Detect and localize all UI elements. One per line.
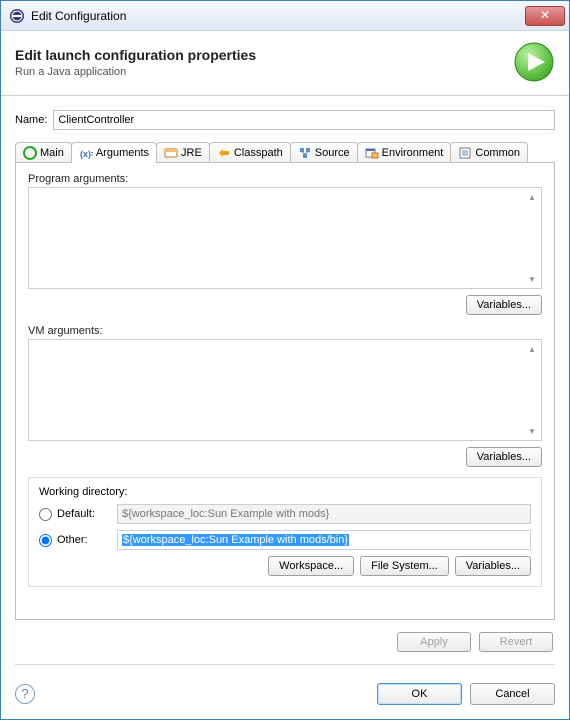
dialog-header: Edit launch configuration properties Run… <box>1 31 569 96</box>
tab-common[interactable]: Common <box>450 142 528 163</box>
main-icon <box>23 146 37 160</box>
eclipse-icon <box>9 8 25 24</box>
tab-environment[interactable]: Environment <box>357 142 452 163</box>
tab-jre[interactable]: JRE <box>156 142 210 163</box>
environment-icon <box>365 146 379 160</box>
program-args-textarea[interactable] <box>29 188 541 288</box>
workspace-button[interactable]: Workspace... <box>268 556 354 576</box>
window-title: Edit Configuration <box>31 9 525 23</box>
footer: ? OK Cancel <box>1 665 569 719</box>
cancel-button[interactable]: Cancel <box>470 683 555 705</box>
name-row: Name: <box>15 110 555 130</box>
working-dir-other-radio[interactable] <box>39 534 52 547</box>
vm-args-label: VM arguments: <box>28 325 542 337</box>
source-icon <box>298 146 312 160</box>
window-close-button[interactable] <box>525 6 565 26</box>
arguments-icon: (x)= <box>79 146 93 160</box>
working-dir-variables-button[interactable]: Variables... <box>455 556 531 576</box>
working-dir-default-radio[interactable] <box>39 508 52 521</box>
tab-panel-arguments: Program arguments: ▴ ▾ Variables... VM a… <box>15 162 555 620</box>
run-icon <box>513 41 555 83</box>
tab-source-label: Source <box>315 147 350 159</box>
jre-icon <box>164 146 178 160</box>
vm-args-textarea[interactable] <box>29 340 541 440</box>
working-dir-other-label: Other: <box>57 534 117 546</box>
ok-button[interactable]: OK <box>377 683 462 705</box>
working-dir-default-field: ${workspace_loc:Sun Example with mods} <box>117 504 531 524</box>
tab-arguments-label: Arguments <box>96 147 149 159</box>
title-bar[interactable]: Edit Configuration <box>1 1 569 31</box>
apply-button[interactable]: Apply <box>397 632 471 652</box>
tab-arguments[interactable]: (x)= Arguments <box>71 142 157 163</box>
working-directory-group: Working directory: Default: ${workspace_… <box>28 477 542 587</box>
tab-common-label: Common <box>475 147 520 159</box>
help-icon[interactable]: ? <box>15 684 35 704</box>
svg-text:(x)=: (x)= <box>80 149 93 159</box>
working-dir-other-field[interactable]: ${workspace_loc:Sun Example with mods/bi… <box>117 530 531 550</box>
program-args-variables-button[interactable]: Variables... <box>466 295 542 315</box>
file-system-button[interactable]: File System... <box>360 556 449 576</box>
dialog-window: Edit Configuration Edit launch configura… <box>0 0 570 720</box>
program-args-label: Program arguments: <box>28 173 542 185</box>
revert-button[interactable]: Revert <box>479 632 553 652</box>
header-subtitle: Run a Java application <box>15 66 513 78</box>
tab-environment-label: Environment <box>382 147 444 159</box>
header-title: Edit launch configuration properties <box>15 47 513 63</box>
apply-revert-row: Apply Revert <box>1 620 569 652</box>
working-dir-title: Working directory: <box>39 486 531 498</box>
content-area: Name: Main (x)= Arguments JRE Classpath <box>1 96 569 620</box>
working-dir-default-label: Default: <box>57 508 117 520</box>
common-icon <box>458 146 472 160</box>
tab-classpath[interactable]: Classpath <box>209 142 291 163</box>
name-label: Name: <box>15 114 47 126</box>
tab-jre-label: JRE <box>181 147 202 159</box>
tab-list: Main (x)= Arguments JRE Classpath Source… <box>15 142 555 163</box>
tab-main[interactable]: Main <box>15 142 72 163</box>
name-input[interactable] <box>53 110 555 130</box>
tab-main-label: Main <box>40 147 64 159</box>
tab-classpath-label: Classpath <box>234 147 283 159</box>
tab-source[interactable]: Source <box>290 142 358 163</box>
vm-args-variables-button[interactable]: Variables... <box>466 447 542 467</box>
classpath-icon <box>217 146 231 160</box>
